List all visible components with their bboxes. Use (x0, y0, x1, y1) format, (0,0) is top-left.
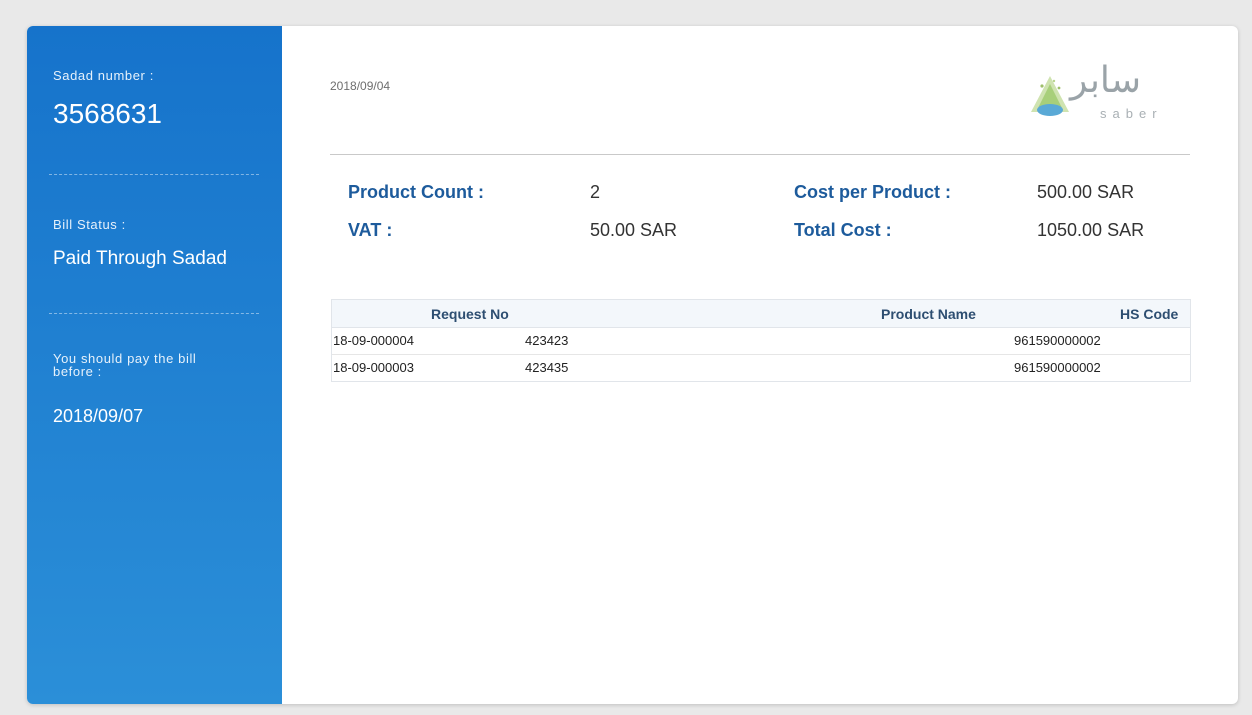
table-row[interactable]: 18-09-000004 423423 961590000002 (332, 328, 1190, 355)
bill-status-label: Bill Status : (53, 217, 126, 232)
product-count-value: 2 (590, 182, 601, 202)
main-content: 2018/09/04 سابر saber Product Count : 2 … (282, 26, 1238, 704)
sadad-number-label: Sadad number : (53, 68, 154, 83)
cell-request-no: 18-09-000004 (333, 333, 414, 348)
saber-logo: سابر saber (1028, 60, 1194, 126)
total-cost-value: 1050.00 SAR (1037, 220, 1145, 240)
vat-label: VAT : (348, 220, 393, 240)
cell-hs-code: 961590000002 (1014, 360, 1101, 375)
total-cost-label: Total Cost : (794, 220, 892, 240)
cost-per-product-value: 500.00 SAR (1037, 182, 1135, 202)
header-divider (330, 154, 1190, 155)
saber-emblem-icon (1031, 76, 1069, 116)
products-table: Request No Product Name HS Code 18-09-00… (331, 299, 1191, 382)
cell-hs-code: 961590000002 (1014, 333, 1101, 348)
logo-latin-text: saber (1100, 106, 1163, 121)
logo-arabic-text: سابر (1070, 60, 1142, 101)
cell-product-name: 423435 (525, 360, 569, 375)
invoice-date: 2018/09/04 (330, 79, 391, 93)
sidebar: Sadad number : 3568631 Bill Status : Pai… (27, 26, 282, 704)
table-header: Request No Product Name HS Code (332, 300, 1190, 328)
column-header-product-name[interactable]: Product Name (881, 306, 976, 322)
invoice-card: Sadad number : 3568631 Bill Status : Pai… (27, 26, 1238, 704)
due-label: You should pay the bill before : (53, 352, 196, 378)
sidebar-divider (49, 313, 259, 314)
sadad-number-value: 3568631 (53, 98, 163, 129)
column-header-hs-code[interactable]: HS Code (1120, 306, 1178, 322)
due-label-line2: before : (53, 364, 102, 379)
due-date-value: 2018/09/07 (53, 406, 144, 426)
bill-status-value: Paid Through Sadad (53, 248, 227, 269)
vat-value: 50.00 SAR (590, 220, 678, 240)
product-count-label: Product Count : (348, 182, 484, 202)
column-header-request-no[interactable]: Request No (431, 306, 509, 322)
cell-product-name: 423423 (525, 333, 569, 348)
cost-per-product-label: Cost per Product : (794, 182, 952, 202)
table-row[interactable]: 18-09-000003 423435 961590000002 (332, 355, 1190, 381)
cell-request-no: 18-09-000003 (333, 360, 414, 375)
sidebar-divider (49, 174, 259, 175)
